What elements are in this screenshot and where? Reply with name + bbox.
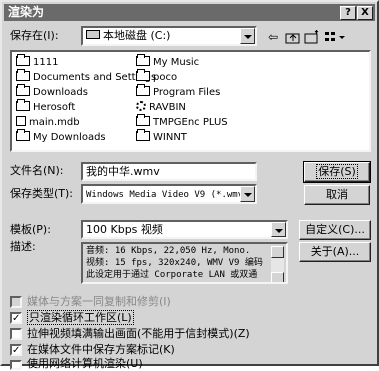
folder-icon [136,129,150,141]
dialog-title: 渲染为 [8,5,45,19]
description-label: 描述: [10,240,36,253]
globe-folder-icon [16,129,30,141]
list-item[interactable]: RAVBIN [136,101,186,114]
description-box[interactable]: 音频: 16 Kbps, 22,050 Hz, Mono. 视频: 15 fps… [81,242,288,284]
chevron-down-icon[interactable] [240,28,255,44]
network-render-label: 使用网络计算机渲染(U) [27,357,143,370]
list-item[interactable]: TMPGEnc PLUS [136,114,228,129]
about-button[interactable]: 关于(A)... [299,242,371,262]
list-item[interactable]: Herosoft [16,99,75,114]
help-button[interactable]: ? [340,6,356,20]
new-folder-icon[interactable] [304,30,320,44]
save-markers-checkbox[interactable]: ✓ [10,344,22,356]
file-icon [16,116,26,126]
save-as-dialog: 渲染为 ? X 保存在(I): 本地磁盘 (C:) ⇦ 1111 Documen… [0,0,379,370]
filetype-label: 保存类型(T): [10,187,74,200]
folder-icon [136,84,150,96]
loop-region-checkbox[interactable]: ✓ [10,312,22,324]
folder-icon [16,99,30,111]
gear-icon [136,101,146,111]
copy-trim-checkbox[interactable] [10,296,22,308]
list-item[interactable]: main.mdb [16,116,80,129]
scroll-up-icon[interactable] [271,246,284,258]
scroll-down-icon[interactable] [271,272,284,282]
folder-icon [136,54,150,66]
stretch-video-checkbox[interactable] [10,328,22,340]
filename-value: 我的中华.wmv [86,165,160,178]
description-line: 音频: 16 Kbps, 22,050 Hz, Mono. [86,246,251,256]
filename-label: 文件名(N): [10,164,64,177]
close-button[interactable]: X [357,6,373,20]
drive-icon [86,30,100,39]
cancel-button[interactable]: 取消 [304,185,370,205]
folder-icon [16,84,30,96]
filetype-select[interactable]: Windows Media Video V9 (*.wmv) [81,184,257,204]
save-button[interactable]: 保存(S) [303,161,371,183]
folder-icon [16,54,30,66]
folder-icon [16,69,30,81]
folder-icon [136,114,150,126]
title-bar[interactable]: 渲染为 ? X [4,4,375,21]
folder-icon [136,69,150,81]
file-list[interactable]: 1111 Documents and Settings Downloads He… [10,50,371,152]
stretch-video-label: 拉伸视频填满输出画面(不能用于信封模式)(Z) [27,327,250,340]
template-select[interactable]: 100 Kbps 视频 [81,220,288,239]
custom-button[interactable]: 自定义(C)... [299,220,371,240]
location-label: 保存在(I): [10,29,59,42]
location-select[interactable]: 本地磁盘 (C:) [81,26,257,46]
list-item[interactable]: Downloads [16,84,88,99]
chevron-down-icon[interactable] [271,222,286,237]
template-value: 100 Kbps 视频 [86,223,163,236]
template-label: 模板(P): [10,223,51,236]
filetype-value: Windows Media Video V9 (*.wmv) [86,190,249,200]
location-value: 本地磁盘 (C:) [103,29,171,42]
copy-trim-label: 媒体与方案一同复制和修剪(I) [27,295,171,308]
chevron-down-icon[interactable] [240,186,255,202]
list-item[interactable]: Program Files [136,84,220,99]
save-button-label: 保存(S) [316,164,358,179]
view-menu-icon[interactable] [324,30,346,44]
filename-input[interactable]: 我的中华.wmv [81,162,257,181]
list-item[interactable]: WINNT [136,129,187,144]
list-item[interactable]: My Music [136,54,199,69]
description-line: 此设定用于通过 Corporate LAN 或双通 [86,270,258,280]
list-item[interactable]: My Downloads [16,129,106,144]
up-folder-icon[interactable] [285,30,301,44]
list-item[interactable]: poco [136,69,177,84]
list-item[interactable]: 1111 [16,54,58,69]
save-markers-label: 在媒体文件中保存方案标记(K) [27,343,175,356]
description-scrollbar[interactable] [271,246,284,282]
network-render-checkbox[interactable] [10,360,22,370]
back-icon[interactable]: ⇦ [265,30,281,44]
description-line: 视频: 15 fps, 320x240, WMV V9 编码 [86,258,263,268]
loop-region-label-text: 只渲染循环工作区(L) [27,310,134,325]
loop-region-label: 只渲染循环工作区(L) [27,310,134,325]
